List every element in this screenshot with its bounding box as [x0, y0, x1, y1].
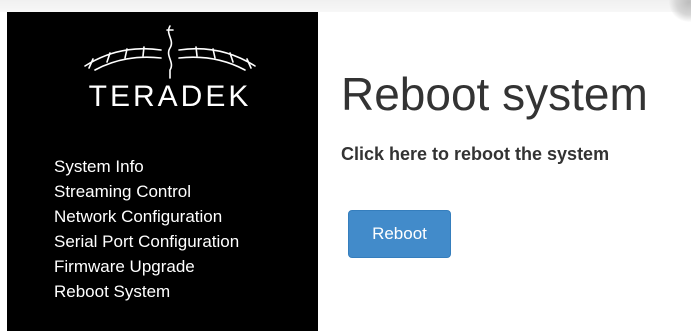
sidebar-item-firmware-upgrade[interactable]: Firmware Upgrade	[54, 254, 239, 279]
page: TERADEK System Info Streaming Control Ne…	[0, 0, 691, 331]
corner-shadow	[669, 0, 691, 22]
sidebar-nav: System Info Streaming Control Network Co…	[54, 154, 239, 304]
top-strip	[0, 0, 691, 12]
teradek-wing-icon: TERADEK	[84, 25, 256, 112]
sidebar-item-network-configuration[interactable]: Network Configuration	[54, 204, 239, 229]
reboot-button[interactable]: Reboot	[348, 210, 451, 258]
sidebar-item-reboot-system[interactable]: Reboot System	[54, 279, 239, 304]
teradek-logo: TERADEK	[65, 22, 275, 112]
page-title: Reboot system	[341, 68, 648, 120]
sidebar-item-serial-port-configuration[interactable]: Serial Port Configuration	[54, 229, 239, 254]
sidebar-item-system-info[interactable]: System Info	[54, 154, 239, 179]
sidebar: TERADEK System Info Streaming Control Ne…	[7, 12, 318, 331]
page-subtitle: Click here to reboot the system	[341, 144, 610, 164]
sidebar-item-streaming-control[interactable]: Streaming Control	[54, 179, 239, 204]
logo-text: TERADEK	[89, 80, 252, 112]
